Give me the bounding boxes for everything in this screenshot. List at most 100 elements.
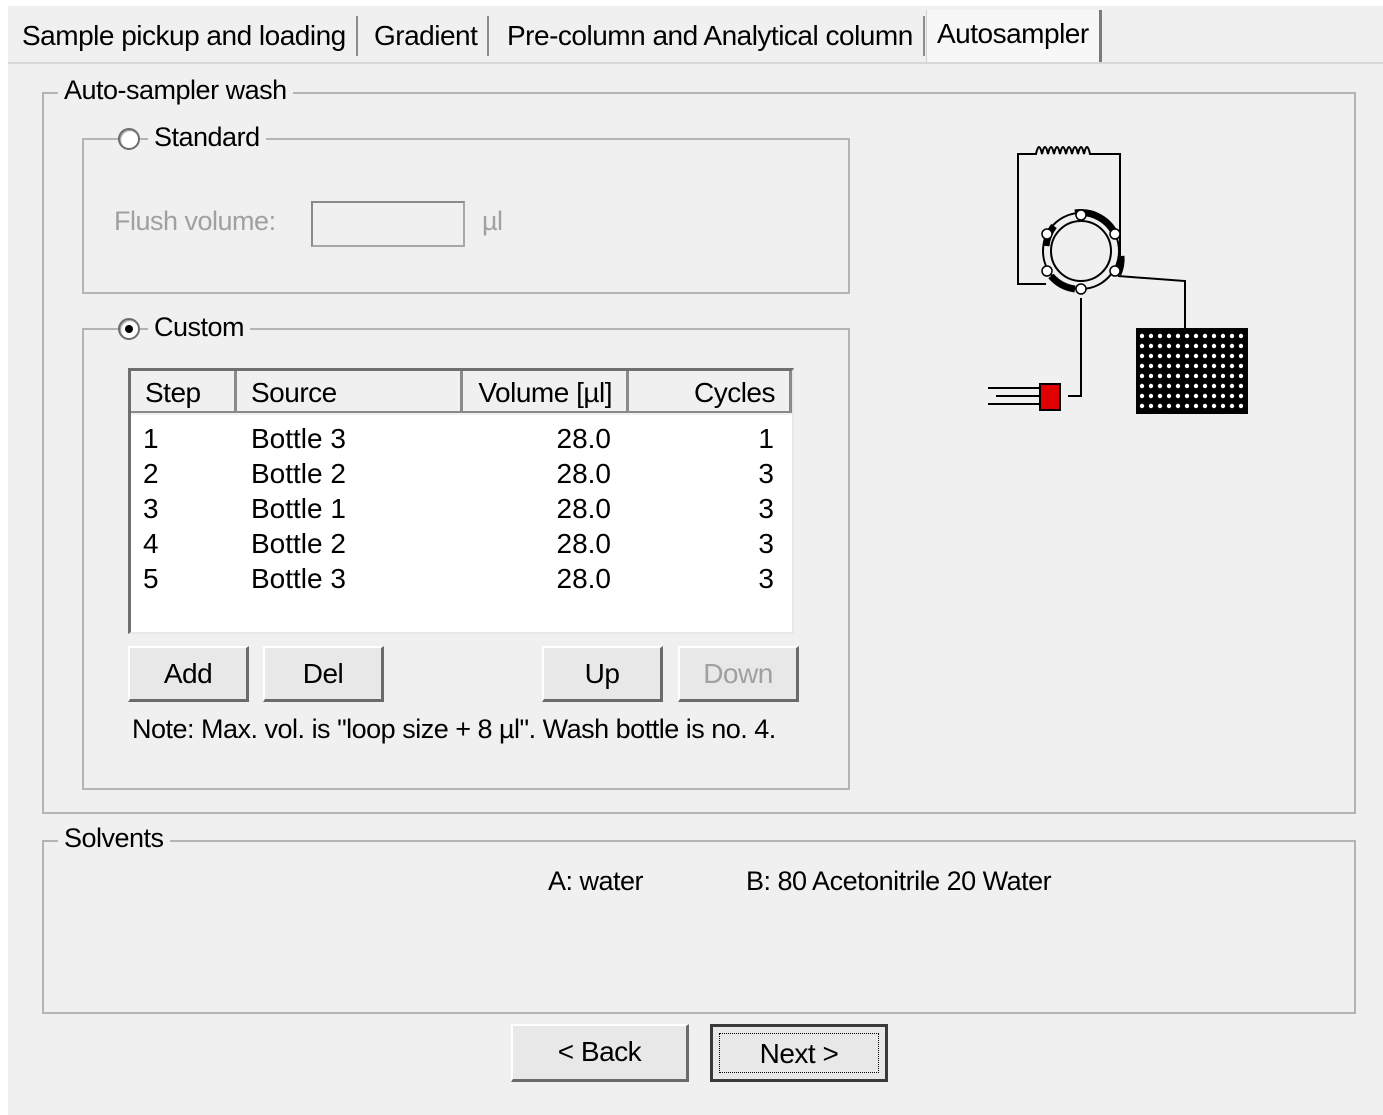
table-row[interactable]: 2 Bottle 2 28.0 3 xyxy=(131,456,792,491)
cell-source: Bottle 2 xyxy=(251,528,346,559)
cell-volume: 28.0 xyxy=(556,423,612,454)
cell-volume: 28.0 xyxy=(556,458,612,489)
next-button[interactable]: Next > xyxy=(710,1024,888,1082)
plate-well xyxy=(1220,403,1226,409)
plate-well xyxy=(1148,343,1154,349)
max-volume-note: Note: Max. vol. is "loop size + 8 µl". W… xyxy=(132,714,776,744)
plate-well xyxy=(1175,403,1181,409)
solvent-a: A: water xyxy=(548,866,644,896)
plate-well xyxy=(1157,333,1163,339)
plate-well xyxy=(1229,373,1235,379)
plate-well xyxy=(1238,383,1244,389)
plate-well xyxy=(1175,363,1181,369)
plate-well xyxy=(1220,333,1226,339)
add-button[interactable]: Add xyxy=(128,646,249,702)
plate-well xyxy=(1157,353,1163,359)
cell-volume: 28.0 xyxy=(556,493,612,524)
plate-well xyxy=(1220,353,1226,359)
plate-well xyxy=(1211,363,1217,369)
plate-well xyxy=(1193,343,1199,349)
standard-radio[interactable] xyxy=(118,128,140,150)
plate-well xyxy=(1157,393,1163,399)
plate-well xyxy=(1193,333,1199,339)
autosampler-wash-title: Auto-sampler wash xyxy=(58,75,293,106)
plate-well xyxy=(1229,363,1235,369)
next-button-label: Next > xyxy=(719,1033,879,1073)
plate-well xyxy=(1193,393,1199,399)
plate-well xyxy=(1229,383,1235,389)
standard-label[interactable]: Standard xyxy=(148,122,266,153)
plate-well xyxy=(1238,343,1244,349)
down-button[interactable]: Down xyxy=(678,646,799,702)
solvents-group: Solvents A: water B: 80 Acetonitrile 20 … xyxy=(42,823,1356,1014)
valve-port xyxy=(1075,209,1087,221)
cell-cycles: 3 xyxy=(758,528,774,559)
table-row[interactable]: 5 Bottle 3 28.0 3 xyxy=(131,561,792,596)
cell-cycles: 3 xyxy=(758,563,774,594)
table-row[interactable]: 1 Bottle 3 28.0 1 xyxy=(131,421,792,456)
plate-well xyxy=(1166,363,1172,369)
tab-autosampler[interactable]: Autosampler xyxy=(926,10,1102,62)
plate-well xyxy=(1166,343,1172,349)
plate-well xyxy=(1193,403,1199,409)
flush-volume-input[interactable] xyxy=(311,201,465,247)
plate-well xyxy=(1175,393,1181,399)
valve-port xyxy=(1109,265,1121,277)
plate-well xyxy=(1202,403,1208,409)
plate-well xyxy=(1175,353,1181,359)
table-row[interactable]: 4 Bottle 2 28.0 3 xyxy=(131,526,792,561)
valve-port xyxy=(1109,228,1121,240)
plate-well xyxy=(1220,383,1226,389)
plate-well xyxy=(1229,353,1235,359)
custom-label[interactable]: Custom xyxy=(148,312,251,343)
tab-sample-pickup[interactable]: Sample pickup and loading xyxy=(12,16,358,56)
plate-well xyxy=(1202,333,1208,339)
wash-steps-list[interactable]: Step Source Volume [µl] Cycles 1 Bottle 3… xyxy=(128,368,794,634)
tab-columns[interactable]: Pre-column and Analytical column xyxy=(497,16,925,56)
plate-well xyxy=(1148,333,1154,339)
cell-step: 5 xyxy=(143,563,159,594)
cell-volume: 28.0 xyxy=(556,563,612,594)
del-button[interactable]: Del xyxy=(263,646,384,702)
plate-well xyxy=(1148,383,1154,389)
plate-well xyxy=(1211,393,1217,399)
plate-well xyxy=(1220,393,1226,399)
col-cycles[interactable]: Cycles xyxy=(629,371,792,413)
flush-volume-label: Flush volume: xyxy=(114,206,276,236)
valve-port xyxy=(1041,265,1053,277)
cell-source: Bottle 3 xyxy=(251,563,346,594)
plate-well xyxy=(1166,393,1172,399)
col-step[interactable]: Step xyxy=(131,371,237,413)
tab-gradient[interactable]: Gradient xyxy=(364,16,490,56)
plate-well xyxy=(1193,353,1199,359)
table-row[interactable]: 3 Bottle 1 28.0 3 xyxy=(131,491,792,526)
plate-well xyxy=(1229,393,1235,399)
cell-cycles: 1 xyxy=(758,423,774,454)
plate-well xyxy=(1202,383,1208,389)
col-source[interactable]: Source xyxy=(237,371,463,413)
plate-well xyxy=(1139,403,1145,409)
plate-well xyxy=(1238,363,1244,369)
solvent-b: B: 80 Acetonitrile 20 Water xyxy=(746,866,1052,896)
valve-port xyxy=(1041,228,1053,240)
plate-well xyxy=(1139,333,1145,339)
plate-well xyxy=(1229,403,1235,409)
plate-well xyxy=(1220,363,1226,369)
plate-well xyxy=(1166,383,1172,389)
col-volume[interactable]: Volume [µl] xyxy=(463,371,629,413)
cell-source: Bottle 3 xyxy=(251,423,346,454)
plate-well xyxy=(1238,393,1244,399)
up-button[interactable]: Up xyxy=(542,646,663,702)
plate-well xyxy=(1184,343,1190,349)
plate-well xyxy=(1229,333,1235,339)
plate-well xyxy=(1166,403,1172,409)
plate-well xyxy=(1139,393,1145,399)
plate-well xyxy=(1220,343,1226,349)
plate-well xyxy=(1211,343,1217,349)
flush-volume-unit: µl xyxy=(482,206,503,236)
custom-radio[interactable] xyxy=(118,318,140,340)
back-button[interactable]: < Back xyxy=(511,1024,689,1082)
plate-well xyxy=(1211,383,1217,389)
cell-cycles: 3 xyxy=(758,458,774,489)
plate-well xyxy=(1157,383,1163,389)
